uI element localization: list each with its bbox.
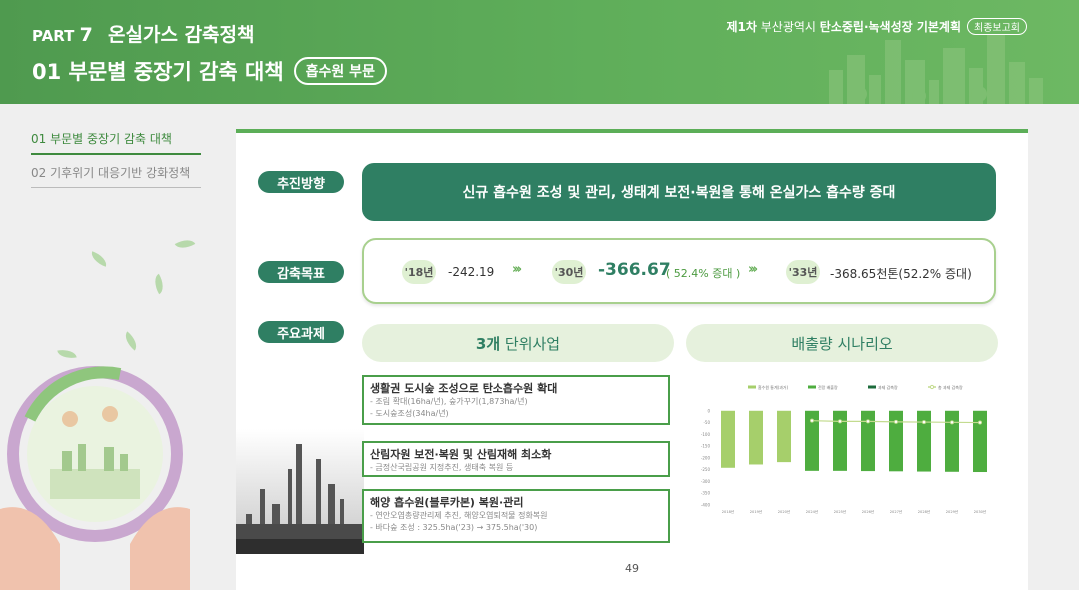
total-reduction-point <box>865 419 870 424</box>
legend-swatch <box>868 385 876 389</box>
legend-label: 총 과제 감축량 <box>938 384 963 390</box>
legend-label: 과제 감축량 <box>878 384 898 390</box>
legend-swatch <box>748 385 756 389</box>
section-heading: 01 부문별 중장기 감축 대책 흡수원 부문 <box>32 56 387 86</box>
task-urban-forest: 생활권 도시숲 조성으로 탄소흡수원 확대 - 조림 확대(16ha/년), 숲… <box>362 375 670 425</box>
y-tick-label: 0 <box>707 408 710 413</box>
part-title: 온실가스 감축정책 <box>108 24 255 46</box>
sidebar: 01 부문별 중장기 감축 대책 02 기후위기 대응기반 강화정책 <box>0 104 202 590</box>
task-detail: - 금정산국립공원 지정추진, 생태축 복원 등 <box>370 463 514 472</box>
doc-prefix: 제1차 <box>726 20 757 34</box>
bar-past <box>777 410 791 463</box>
leaf-decoration-icon <box>174 235 196 253</box>
target-value-2030: -366.67 <box>598 260 671 280</box>
x-tick-label: 2026년 <box>862 509 874 514</box>
y-tick-label: -100 <box>701 432 711 437</box>
bar-past <box>721 410 735 468</box>
task-detail: - 바다숲 조성 : 325.5ha('23) → 375.5ha('30) <box>370 523 538 532</box>
legend-swatch <box>808 385 816 389</box>
city-skyline-graphic <box>829 35 1043 104</box>
total-reduction-point <box>810 418 815 423</box>
legend-label: 흡수원 통계(과거) <box>758 384 789 390</box>
x-tick-label: 2018년 <box>722 509 734 514</box>
target-note-2030: ( 52.4% 증대 ) <box>666 267 741 280</box>
part-label: PART <box>32 27 75 45</box>
legend-swatch <box>929 384 935 390</box>
target-value-2018: -242.19 <box>448 265 495 279</box>
task-detail: - 연안오염총량관리제 추진, 해양오염퇴적물 정화복원 <box>370 511 548 520</box>
part-heading: PART 7 온실가스 감축정책 <box>32 20 255 47</box>
x-tick-label: 2025년 <box>834 509 846 514</box>
unit-projects-tab[interactable]: 3개 단위사업 <box>362 324 674 362</box>
task-detail: - 도시숲조성(34ha/년) <box>370 409 449 418</box>
x-tick-label: 2030년 <box>974 509 986 514</box>
doc-city: 부산광역시 <box>760 20 816 34</box>
x-tick-label: 2019년 <box>750 509 762 514</box>
task-title: 생활권 도시숲 조성으로 탄소흡수원 확대 <box>370 382 558 395</box>
task-detail: - 조림 확대(16ha/년), 숲가꾸기(1,873ha/년) <box>370 397 528 406</box>
sidebar-item-sector-reduction[interactable]: 01 부문별 중장기 감축 대책 <box>31 130 201 155</box>
x-tick-label: 2020년 <box>778 509 790 514</box>
total-reduction-point <box>921 420 926 425</box>
legend-label: 전망 배출량 <box>818 384 838 390</box>
x-tick-label: 2024년 <box>806 509 818 514</box>
total-reduction-point <box>977 420 982 425</box>
leaf-decoration-icon <box>120 331 142 351</box>
y-tick-label: -400 <box>701 503 711 508</box>
scenario-tab[interactable]: 배출량 시나리오 <box>686 324 998 362</box>
unit-label: 단위사업 <box>500 334 561 353</box>
bar-forecast <box>973 410 987 473</box>
unit-count: 3개 <box>475 334 501 353</box>
bar-forecast <box>945 410 959 472</box>
y-tick-label: -50 <box>703 420 710 425</box>
y-tick-label: -300 <box>701 479 711 484</box>
section-title: 01 부문별 중장기 감축 대책 <box>32 60 284 84</box>
year-badge-2033: '33년 <box>786 260 820 284</box>
x-tick-label: 2028년 <box>918 509 930 514</box>
arrow-right-icon: ››› <box>748 262 758 277</box>
target-box: '18년 -242.19 ››› '30년 -366.67 ( 52.4% 증대… <box>362 238 996 304</box>
direction-label: 추진방향 <box>258 171 344 193</box>
y-tick-label: -150 <box>701 444 711 449</box>
content-panel: 추진방향 신규 흡수원 조성 및 관리, 생태계 보전·복원을 통해 온실가스 … <box>236 129 1028 590</box>
industrial-plant-image <box>236 429 364 554</box>
bar-forecast <box>917 410 931 472</box>
year-badge-2030: '30년 <box>552 260 586 284</box>
hands-earth-illustration <box>0 366 190 590</box>
year-badge-2018: '18년 <box>402 260 436 284</box>
tasks-label: 주요과제 <box>258 321 344 343</box>
leaf-decoration-icon <box>150 273 168 295</box>
page-number: 49 <box>625 562 639 575</box>
direction-box: 신규 흡수원 조성 및 관리, 생태계 보전·복원을 통해 온실가스 흡수량 증… <box>362 163 996 221</box>
sidebar-item-climate-policy[interactable]: 02 기후위기 대응기반 강화정책 <box>31 164 201 188</box>
y-tick-label: -350 <box>701 491 711 496</box>
bar-past <box>749 410 763 465</box>
total-reduction-point <box>893 419 898 424</box>
y-tick-label: -250 <box>701 467 711 472</box>
task-forest-conservation: 산림자원 보전·복원 및 산림재해 최소화 - 금정산국립공원 지정추진, 생태… <box>362 441 670 477</box>
section-badge: 흡수원 부문 <box>293 57 387 85</box>
total-reduction-point <box>949 420 954 425</box>
task-title: 산림자원 보전·복원 및 산림재해 최소화 <box>370 448 552 461</box>
emission-scenario-chart: 흡수원 통계(과거) 전망 배출량 과제 감축량 총 과제 감축량 0 -50 -100 -1… <box>701 384 987 514</box>
part-number: 7 <box>79 24 93 46</box>
task-blue-carbon: 해양 흡수원(블루카본) 복원·관리 - 연안오염총량관리제 추진, 해양오염퇴… <box>362 489 670 543</box>
task-title: 해양 흡수원(블루카본) 복원·관리 <box>370 496 524 509</box>
target-label: 감축목표 <box>258 261 344 283</box>
total-reduction-point <box>837 419 842 424</box>
x-tick-label: 2029년 <box>946 509 958 514</box>
arrow-right-icon: ››› <box>512 262 522 277</box>
header-banner: PART 7 온실가스 감축정책 01 부문별 중장기 감축 대책 흡수원 부문… <box>0 0 1079 104</box>
leaf-decoration-icon <box>88 251 110 267</box>
y-tick-label: -200 <box>701 455 711 460</box>
target-value-2033: -368.65천톤(52.2% 증대) <box>830 267 972 281</box>
x-tick-label: 2027년 <box>890 509 902 514</box>
